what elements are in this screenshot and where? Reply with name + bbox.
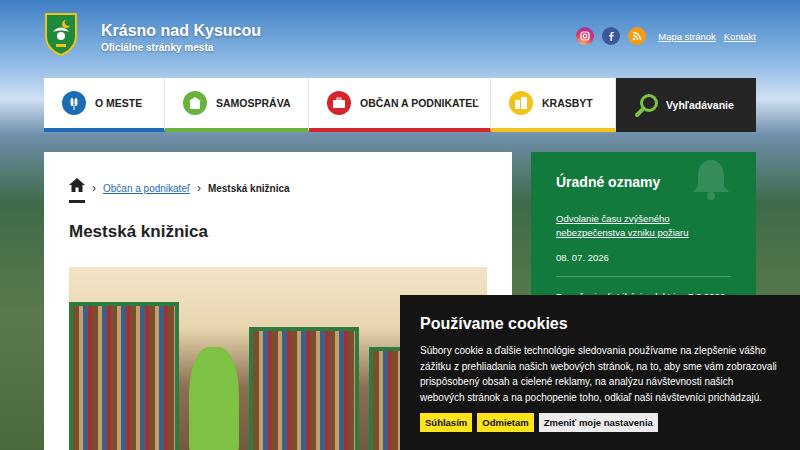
breadcrumb-link[interactable]: Občan a podnikateľ [103,183,190,194]
cookie-title: Používame cookies [420,315,780,333]
case-icon [327,91,351,115]
site-header: Krásno nad Kysucou Oficiálne stránky mest… [44,0,756,78]
brand[interactable]: Krásno nad Kysucou Oficiálne stránky mest… [44,0,261,56]
facebook-icon[interactable] [602,27,620,45]
notice-item[interactable]: Odvolanie času zvýšeného nebezpečenstva … [556,212,731,277]
nav-item[interactable]: OBČAN A PODNIKATEĽ [309,78,491,132]
instagram-icon[interactable] [576,27,594,45]
breadcrumb-separator: › [92,181,96,195]
breadcrumb-separator: › [197,181,201,195]
cookie-banner: Používame cookies Súbory cookie a ďalšie … [400,295,800,450]
main-nav: O MESTESAMOSPRÁVAOBČAN A PODNIKATEĽKRASB… [44,78,756,132]
breadcrumb-current: Mestská knižnica [208,183,290,194]
page-title: Mestská knižnica [69,222,487,242]
top-link[interactable]: Kontakt [724,31,756,42]
cookie-button[interactable]: Zmeniť moje nastavenia [539,413,658,432]
site-subtitle: Oficiálne stránky mesta [101,42,261,53]
magnifier-icon [634,92,660,118]
nav-item[interactable]: O MESTE [44,78,165,132]
bell-icon [688,156,734,202]
nav-item[interactable]: KRASBYT [491,78,616,132]
cookie-text: Súbory cookie a ďalšie technológie sledo… [420,343,780,405]
cookie-button[interactable]: Odmietam [477,413,533,432]
home-icon[interactable] [69,174,85,203]
coat-of-arms-icon [44,12,78,56]
notices-title: Úradné oznamy [556,174,731,190]
blocks-icon [509,91,533,115]
rss-icon[interactable] [628,27,646,45]
building-icon [183,91,207,115]
breadcrumb: › Občan a podnikateľ › Mestská knižnica [69,176,487,200]
wheat-icon [62,91,86,115]
site-title: Krásno nad Kysucou [101,21,261,40]
top-link[interactable]: Mapa stránok [658,31,716,42]
search-button[interactable]: Vyhľadávanie [616,78,756,132]
page: Krásno nad Kysucou Oficiálne stránky mest… [0,0,800,450]
cookie-button[interactable]: Súhlasím [420,413,472,432]
nav-item[interactable]: SAMOSPRÁVA [165,78,309,132]
